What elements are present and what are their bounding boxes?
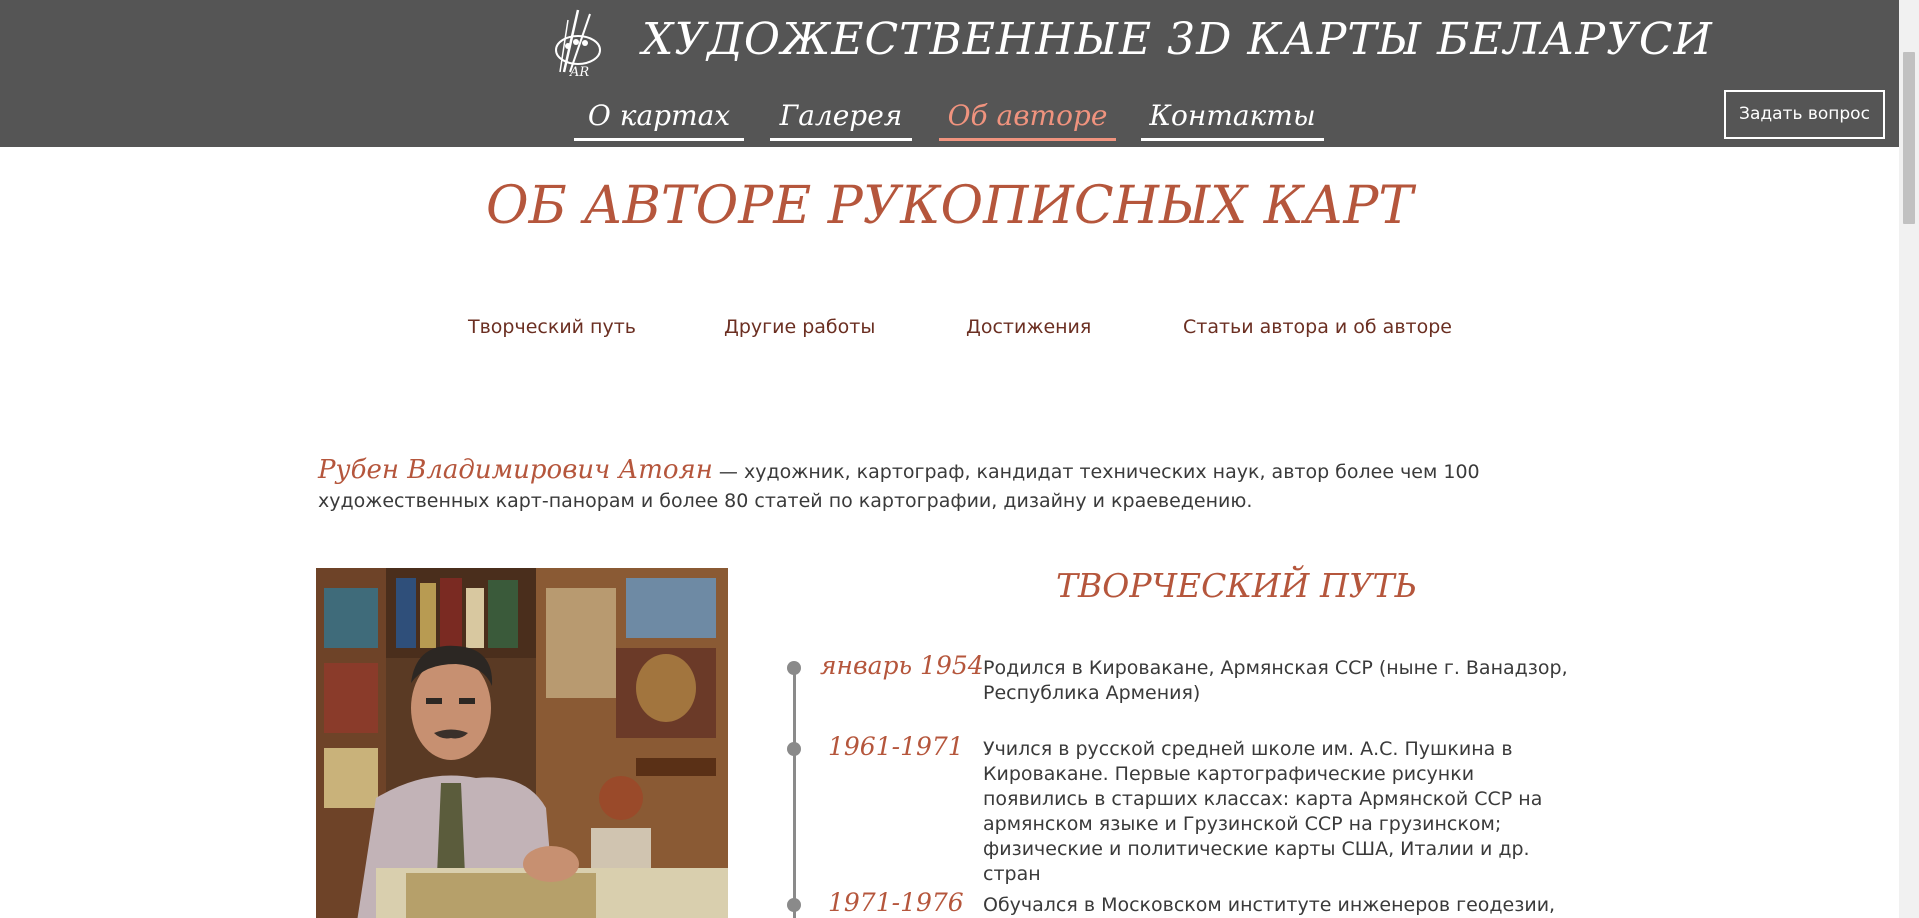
site-header: AR ХУДОЖЕСТВЕННЫЕ 3D КАРТЫ БЕЛАРУСИ О ка…	[0, 0, 1899, 147]
palette-brushes-logo-icon[interactable]: AR	[554, 6, 606, 78]
section-title-creative-path: ТВОРЧЕСКИЙ ПУТЬ	[1056, 566, 1417, 605]
timeline-dot	[787, 898, 801, 912]
timeline-text: Обучался в Московском институте инженеро…	[983, 894, 1556, 916]
scrollbar-thumb[interactable]	[1903, 52, 1915, 224]
ask-question-button[interactable]: Задать вопрос	[1724, 90, 1885, 139]
timeline-line	[793, 666, 796, 918]
page: AR ХУДОЖЕСТВЕННЫЕ 3D КАРТЫ БЕЛАРУСИ О ка…	[0, 0, 1919, 918]
nav-item-about-maps[interactable]: О картах	[574, 96, 744, 141]
timeline-date: 1971-1976	[828, 888, 964, 917]
subnav-achievements[interactable]: Достижения	[966, 316, 1091, 338]
subnav-other-works[interactable]: Другие работы	[724, 316, 875, 338]
author-intro: Рубен Владимирович Атоян — художник, кар…	[318, 456, 1580, 516]
page-title: ОБ АВТОРЕ РУКОПИСНЫХ КАРТ	[485, 176, 1414, 236]
timeline-dot	[787, 742, 801, 756]
timeline-date: январь 1954	[820, 651, 984, 680]
author-portrait-photo	[316, 568, 728, 918]
timeline-dot	[787, 661, 801, 675]
timeline-text: Родился в Кировакане, Армянская ССР (нын…	[983, 657, 1568, 704]
timeline-date: 1961-1971	[828, 732, 964, 761]
site-title[interactable]: ХУДОЖЕСТВЕННЫЕ 3D КАРТЫ БЕЛАРУСИ	[642, 14, 1713, 65]
logo-text: AR	[569, 65, 589, 78]
subnav-articles[interactable]: Статьи автора и об авторе	[1183, 316, 1452, 338]
author-name: Рубен Владимирович Атоян	[318, 455, 713, 485]
nav-item-gallery[interactable]: Галерея	[770, 96, 912, 141]
page-scrollbar[interactable]	[1899, 0, 1919, 918]
nav-item-contacts[interactable]: Контакты	[1141, 96, 1324, 141]
nav-item-about-author[interactable]: Об авторе	[939, 96, 1116, 141]
subnav-creative-path[interactable]: Творческий путь	[468, 316, 636, 338]
timeline-text: Учился в русской средней школе им. А.С. …	[983, 738, 1543, 885]
